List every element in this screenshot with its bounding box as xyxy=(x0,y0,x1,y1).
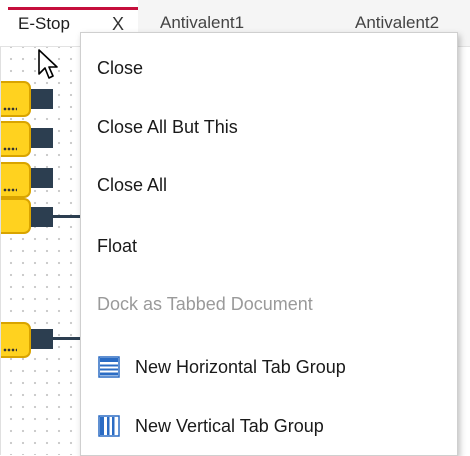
function-block[interactable] xyxy=(1,81,31,117)
block-port[interactable] xyxy=(31,207,53,227)
tab-context-menu: Close Close All But This Close All Float… xyxy=(80,32,458,456)
function-block[interactable] xyxy=(1,322,31,358)
tab-label: E-Stop xyxy=(18,14,70,33)
menu-item-label: Close xyxy=(97,58,144,78)
block-port[interactable] xyxy=(31,168,53,188)
function-block[interactable] xyxy=(1,162,31,198)
block-ellipsis xyxy=(3,188,17,192)
menu-item-label: New Horizontal Tab Group xyxy=(135,357,346,377)
menu-item-close[interactable]: Close xyxy=(81,44,457,92)
menu-item-label: Float xyxy=(97,236,138,256)
horizontal-tab-group-icon xyxy=(98,356,120,378)
block-port[interactable] xyxy=(31,128,53,148)
menu-item-label: New Vertical Tab Group xyxy=(135,416,324,436)
menu-item-close-all[interactable]: Close All xyxy=(81,161,457,209)
menu-item-dock-as-tabbed-document: Dock as Tabbed Document xyxy=(81,280,457,328)
menu-item-label: Close All xyxy=(97,175,168,195)
function-block[interactable] xyxy=(1,198,31,234)
tab-label: Antivalent2 xyxy=(355,13,440,32)
menu-item-new-horizontal-tab-group[interactable]: New Horizontal Tab Group xyxy=(81,343,457,391)
diagram-canvas[interactable] xyxy=(0,47,93,455)
block-ellipsis xyxy=(3,107,17,111)
menu-item-label: Close All But This xyxy=(97,117,238,137)
menu-item-label: Dock as Tabbed Document xyxy=(97,294,313,314)
block-ellipsis xyxy=(3,348,17,352)
mouse-pointer-icon xyxy=(38,49,58,79)
tab-label: Antivalent1 xyxy=(160,13,245,32)
block-port[interactable] xyxy=(31,89,53,109)
menu-item-close-all-but-this[interactable]: Close All But This xyxy=(81,103,457,151)
menu-item-new-vertical-tab-group[interactable]: New Vertical Tab Group xyxy=(81,402,457,450)
function-block[interactable] xyxy=(1,121,31,157)
block-ellipsis xyxy=(3,147,17,151)
menu-item-float[interactable]: Float xyxy=(81,222,457,270)
vertical-tab-group-icon xyxy=(98,415,120,437)
block-port[interactable] xyxy=(31,329,53,349)
